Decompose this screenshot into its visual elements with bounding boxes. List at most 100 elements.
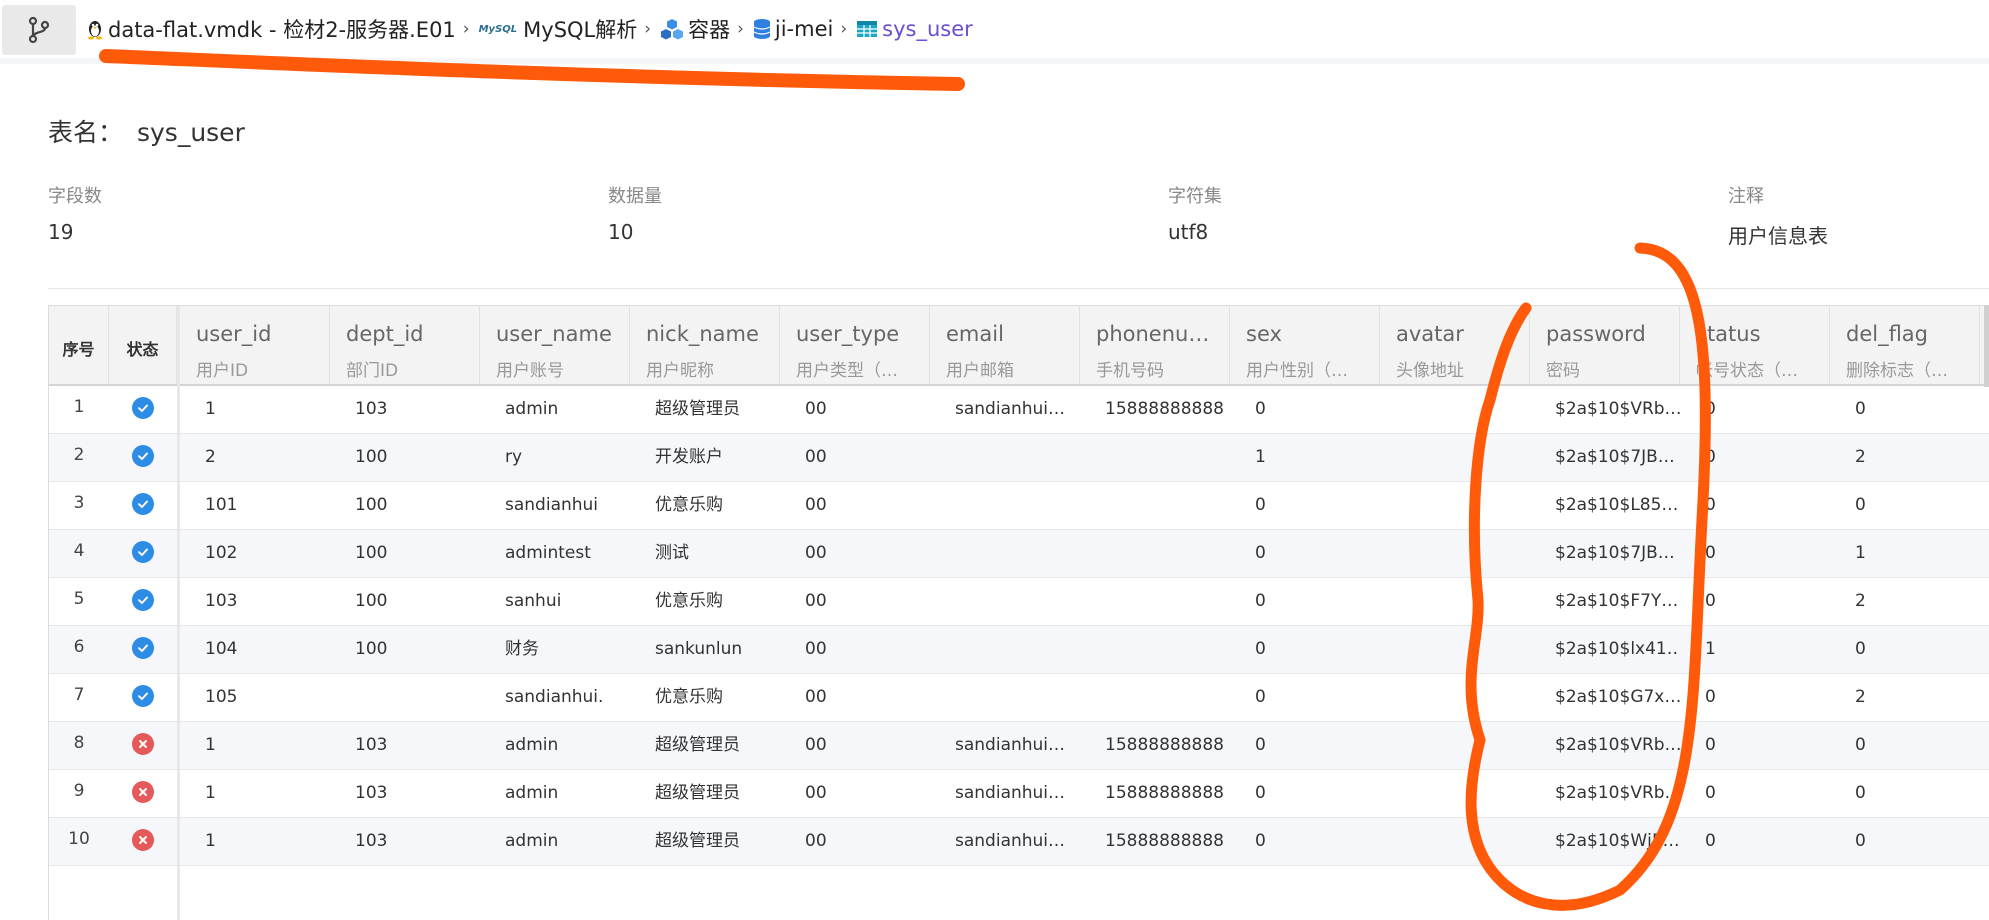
table-cell-email[interactable] [930, 482, 1080, 529]
table-cell-nick_name[interactable]: sankunlun [630, 626, 780, 673]
table-cell-sex[interactable]: 0 [1230, 578, 1380, 625]
table-cell-dept_id[interactable]: 100 [330, 434, 480, 481]
table-cell-dept_id[interactable]: 103 [330, 770, 480, 817]
table-cell-email[interactable] [930, 434, 1080, 481]
column-header[interactable]: nick_name 用户昵称 [630, 306, 780, 384]
table-cell-status[interactable]: 0 [1680, 434, 1830, 481]
table-cell-user_name[interactable]: 财务 [480, 626, 630, 673]
table-cell-avatar[interactable] [1380, 722, 1530, 769]
table-cell-user_type[interactable]: 00 [780, 674, 930, 721]
table-cell-user_type[interactable]: 00 [780, 578, 930, 625]
table-cell-del_flag[interactable]: 0 [1830, 626, 1980, 673]
table-cell-dept_id[interactable]: 103 [330, 386, 480, 433]
table-cell-user_name[interactable]: admin [480, 818, 630, 865]
table-cell-sex[interactable]: 1 [1230, 434, 1380, 481]
table-cell-status[interactable]: 0 [1680, 386, 1830, 433]
table-cell-avatar[interactable] [1380, 674, 1530, 721]
table-cell-password[interactable]: $2a$10$Wj5… [1530, 818, 1680, 865]
table-cell-sex[interactable]: 0 [1230, 626, 1380, 673]
table-cell-avatar[interactable] [1380, 434, 1530, 481]
table-cell-sex[interactable]: 0 [1230, 386, 1380, 433]
table-cell-user_id[interactable]: 1 [180, 722, 330, 769]
table-row[interactable]: 1 1 103 admin 超级管理员 00 sandianhui… 15888888888 0… [49, 386, 1989, 434]
table-cell-avatar[interactable] [1380, 482, 1530, 529]
table-row[interactable]: 4 102 100 admintest 测试 00 0 $2a$10$7JB… 0 1 [49, 530, 1989, 578]
table-cell-password[interactable]: $2a$10$VRb… [1530, 386, 1680, 433]
table-cell-phonenu[interactable] [1080, 626, 1230, 673]
table-cell-user_id[interactable]: 104 [180, 626, 330, 673]
table-cell-nick_name[interactable]: 开发账户 [630, 434, 780, 481]
table-cell-user_type[interactable]: 00 [780, 722, 930, 769]
table-cell-phonenu[interactable] [1080, 530, 1230, 577]
table-cell-avatar[interactable] [1380, 530, 1530, 577]
table-cell-phonenu[interactable]: 15888888888 [1080, 386, 1230, 433]
column-header[interactable]: user_name 用户账号 [480, 306, 630, 384]
column-header[interactable]: user_id 用户ID [180, 306, 330, 384]
table-cell-sex[interactable]: 0 [1230, 530, 1380, 577]
table-cell-password[interactable]: $2a$10$7JB… [1530, 434, 1680, 481]
table-cell-nick_name[interactable]: 超级管理员 [630, 770, 780, 817]
table-cell-user_id[interactable]: 102 [180, 530, 330, 577]
table-cell-status[interactable]: 0 [1680, 578, 1830, 625]
table-cell-user_name[interactable]: admintest [480, 530, 630, 577]
table-cell-nick_name[interactable]: 超级管理员 [630, 722, 780, 769]
column-header[interactable]: user_type 用户类型（… [780, 306, 930, 384]
table-row[interactable]: 7 105 sandianhui. 优意乐购 00 0 $2a$10$G7x… 0 2 [49, 674, 1989, 722]
table-cell-status[interactable]: 0 [1680, 722, 1830, 769]
table-cell-status[interactable]: 0 [1680, 818, 1830, 865]
table-cell-email[interactable] [930, 626, 1080, 673]
table-cell-password[interactable]: $2a$10$VRb… [1530, 722, 1680, 769]
table-cell-phonenu[interactable] [1080, 434, 1230, 481]
table-row[interactable]: 3 101 100 sandianhui 优意乐购 00 0 $2a$10$L85… 0 0 [49, 482, 1989, 530]
table-row[interactable]: 8 1 103 admin 超级管理员 00 sandianhui… 15888888888 0… [49, 722, 1989, 770]
table-cell-user_id[interactable]: 1 [180, 818, 330, 865]
column-header[interactable]: del_flag 删除标志（… [1830, 306, 1980, 384]
table-row[interactable]: 10 1 103 admin 超级管理员 00 sandianhui… 15888888888… [49, 818, 1989, 866]
table-cell-nick_name[interactable]: 超级管理员 [630, 818, 780, 865]
table-row[interactable]: 5 103 100 sanhui 优意乐购 00 0 $2a$10$F7Y… 0 2 [49, 578, 1989, 626]
table-cell-password[interactable]: $2a$10$lx41… [1530, 626, 1680, 673]
table-cell-password[interactable]: $2a$10$G7x… [1530, 674, 1680, 721]
table-cell-del_flag[interactable]: 0 [1830, 386, 1980, 433]
table-cell-status[interactable]: 0 [1680, 530, 1830, 577]
table-cell-del_flag[interactable]: 2 [1830, 434, 1980, 481]
table-cell-dept_id[interactable]: 103 [330, 818, 480, 865]
column-header[interactable]: sex 用户性别（… [1230, 306, 1380, 384]
table-cell-user_type[interactable]: 00 [780, 626, 930, 673]
table-cell-del_flag[interactable]: 2 [1830, 674, 1980, 721]
table-cell-password[interactable]: $2a$10$VRb… [1530, 770, 1680, 817]
table-cell-dept_id[interactable]: 103 [330, 722, 480, 769]
table-cell-user_id[interactable]: 103 [180, 578, 330, 625]
table-cell-dept_id[interactable]: 100 [330, 530, 480, 577]
table-cell-nick_name[interactable]: 测试 [630, 530, 780, 577]
table-cell-nick_name[interactable]: 优意乐购 [630, 578, 780, 625]
table-cell-user_id[interactable]: 101 [180, 482, 330, 529]
table-cell-email[interactable]: sandianhui… [930, 770, 1080, 817]
table-cell-user_name[interactable]: admin [480, 386, 630, 433]
table-cell-user_type[interactable]: 00 [780, 818, 930, 865]
table-cell-avatar[interactable] [1380, 770, 1530, 817]
table-cell-user_type[interactable]: 00 [780, 770, 930, 817]
table-cell-user_type[interactable]: 00 [780, 482, 930, 529]
table-cell-user_id[interactable]: 1 [180, 386, 330, 433]
horizontal-scrollbar-thumb[interactable] [1984, 305, 1989, 387]
table-cell-user_name[interactable]: sandianhui. [480, 674, 630, 721]
table-cell-user_name[interactable]: sandianhui [480, 482, 630, 529]
table-cell-phonenu[interactable] [1080, 482, 1230, 529]
table-cell-user_type[interactable]: 00 [780, 530, 930, 577]
table-cell-phonenu[interactable]: 15888888888 [1080, 818, 1230, 865]
table-cell-password[interactable]: $2a$10$L85… [1530, 482, 1680, 529]
table-cell-password[interactable]: $2a$10$F7Y… [1530, 578, 1680, 625]
table-cell-avatar[interactable] [1380, 386, 1530, 433]
table-cell-nick_name[interactable]: 优意乐购 [630, 482, 780, 529]
table-row[interactable]: 6 104 100 财务 sankunlun 00 0 $2a$10$lx41… 1 0 [49, 626, 1989, 674]
breadcrumb-item-table[interactable]: sys_user [856, 17, 973, 41]
table-cell-dept_id[interactable]: 100 [330, 578, 480, 625]
table-cell-email[interactable]: sandianhui… [930, 386, 1080, 433]
table-cell-del_flag[interactable]: 0 [1830, 482, 1980, 529]
table-cell-del_flag[interactable]: 0 [1830, 722, 1980, 769]
table-cell-user_id[interactable]: 1 [180, 770, 330, 817]
table-cell-dept_id[interactable]: 100 [330, 482, 480, 529]
table-cell-dept_id[interactable]: 100 [330, 626, 480, 673]
table-cell-phonenu[interactable] [1080, 674, 1230, 721]
